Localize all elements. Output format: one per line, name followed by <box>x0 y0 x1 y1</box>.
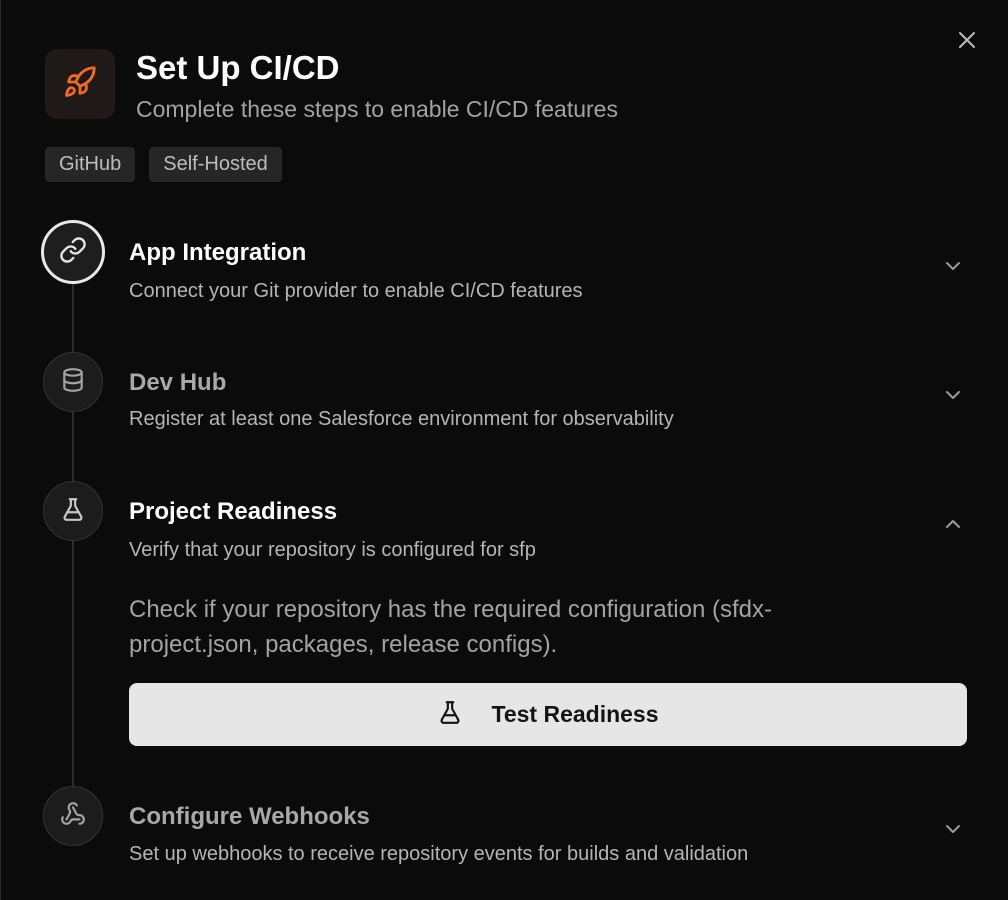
header-icon-tile <box>45 49 115 119</box>
step-app-integration-description: Connect your Git provider to enable CI/C… <box>129 280 583 302</box>
step-project-readiness-indicator <box>43 481 103 541</box>
step-dev-hub-description: Register at least one Salesforce environ… <box>129 408 674 430</box>
flask-icon <box>437 699 463 730</box>
step-configure-webhooks-title[interactable]: Configure Webhooks <box>129 802 370 832</box>
step-dev-hub-indicator <box>43 352 103 412</box>
step-dev-hub-title[interactable]: Dev Hub <box>129 368 226 398</box>
close-icon <box>957 30 977 55</box>
badge-github: GitHub <box>45 147 136 182</box>
test-readiness-button[interactable]: Test Readiness <box>129 683 967 746</box>
rocket-icon <box>63 65 97 104</box>
flask-icon <box>60 496 86 527</box>
webhook-icon <box>60 801 86 832</box>
setup-cicd-dialog: Set Up CI/CD Complete these steps to ena… <box>0 0 1008 900</box>
dialog-subtitle: Complete these steps to enable CI/CD fea… <box>136 96 618 122</box>
step-project-readiness-title[interactable]: Project Readiness <box>129 497 337 527</box>
test-readiness-label: Test Readiness <box>491 701 659 727</box>
step-app-integration-expand[interactable] <box>939 254 967 282</box>
step-project-readiness-collapse[interactable] <box>939 512 967 540</box>
chevron-up-icon <box>943 514 963 539</box>
step-configure-webhooks-expand[interactable] <box>939 817 967 845</box>
chevron-down-icon <box>943 385 963 410</box>
chevron-down-icon <box>943 819 963 844</box>
step-configure-webhooks-description: Set up webhooks to receive repository ev… <box>129 843 749 865</box>
step-project-readiness-description: Verify that your repository is configure… <box>129 539 536 561</box>
badge-self-hosted: Self-Hosted <box>149 147 282 182</box>
dialog-title: Set Up CI/CD <box>136 49 340 86</box>
link-icon <box>59 236 87 269</box>
chevron-down-icon <box>943 256 963 281</box>
close-button[interactable] <box>951 26 983 58</box>
step-configure-webhooks-indicator <box>43 786 103 846</box>
step-app-integration-indicator <box>41 220 105 284</box>
step-dev-hub-expand[interactable] <box>939 383 967 411</box>
badge-list: GitHub Self-Hosted <box>45 147 282 182</box>
database-icon <box>60 367 86 398</box>
step-project-readiness-body: Check if your repository has the require… <box>129 596 772 658</box>
step-app-integration-title[interactable]: App Integration <box>129 238 306 268</box>
